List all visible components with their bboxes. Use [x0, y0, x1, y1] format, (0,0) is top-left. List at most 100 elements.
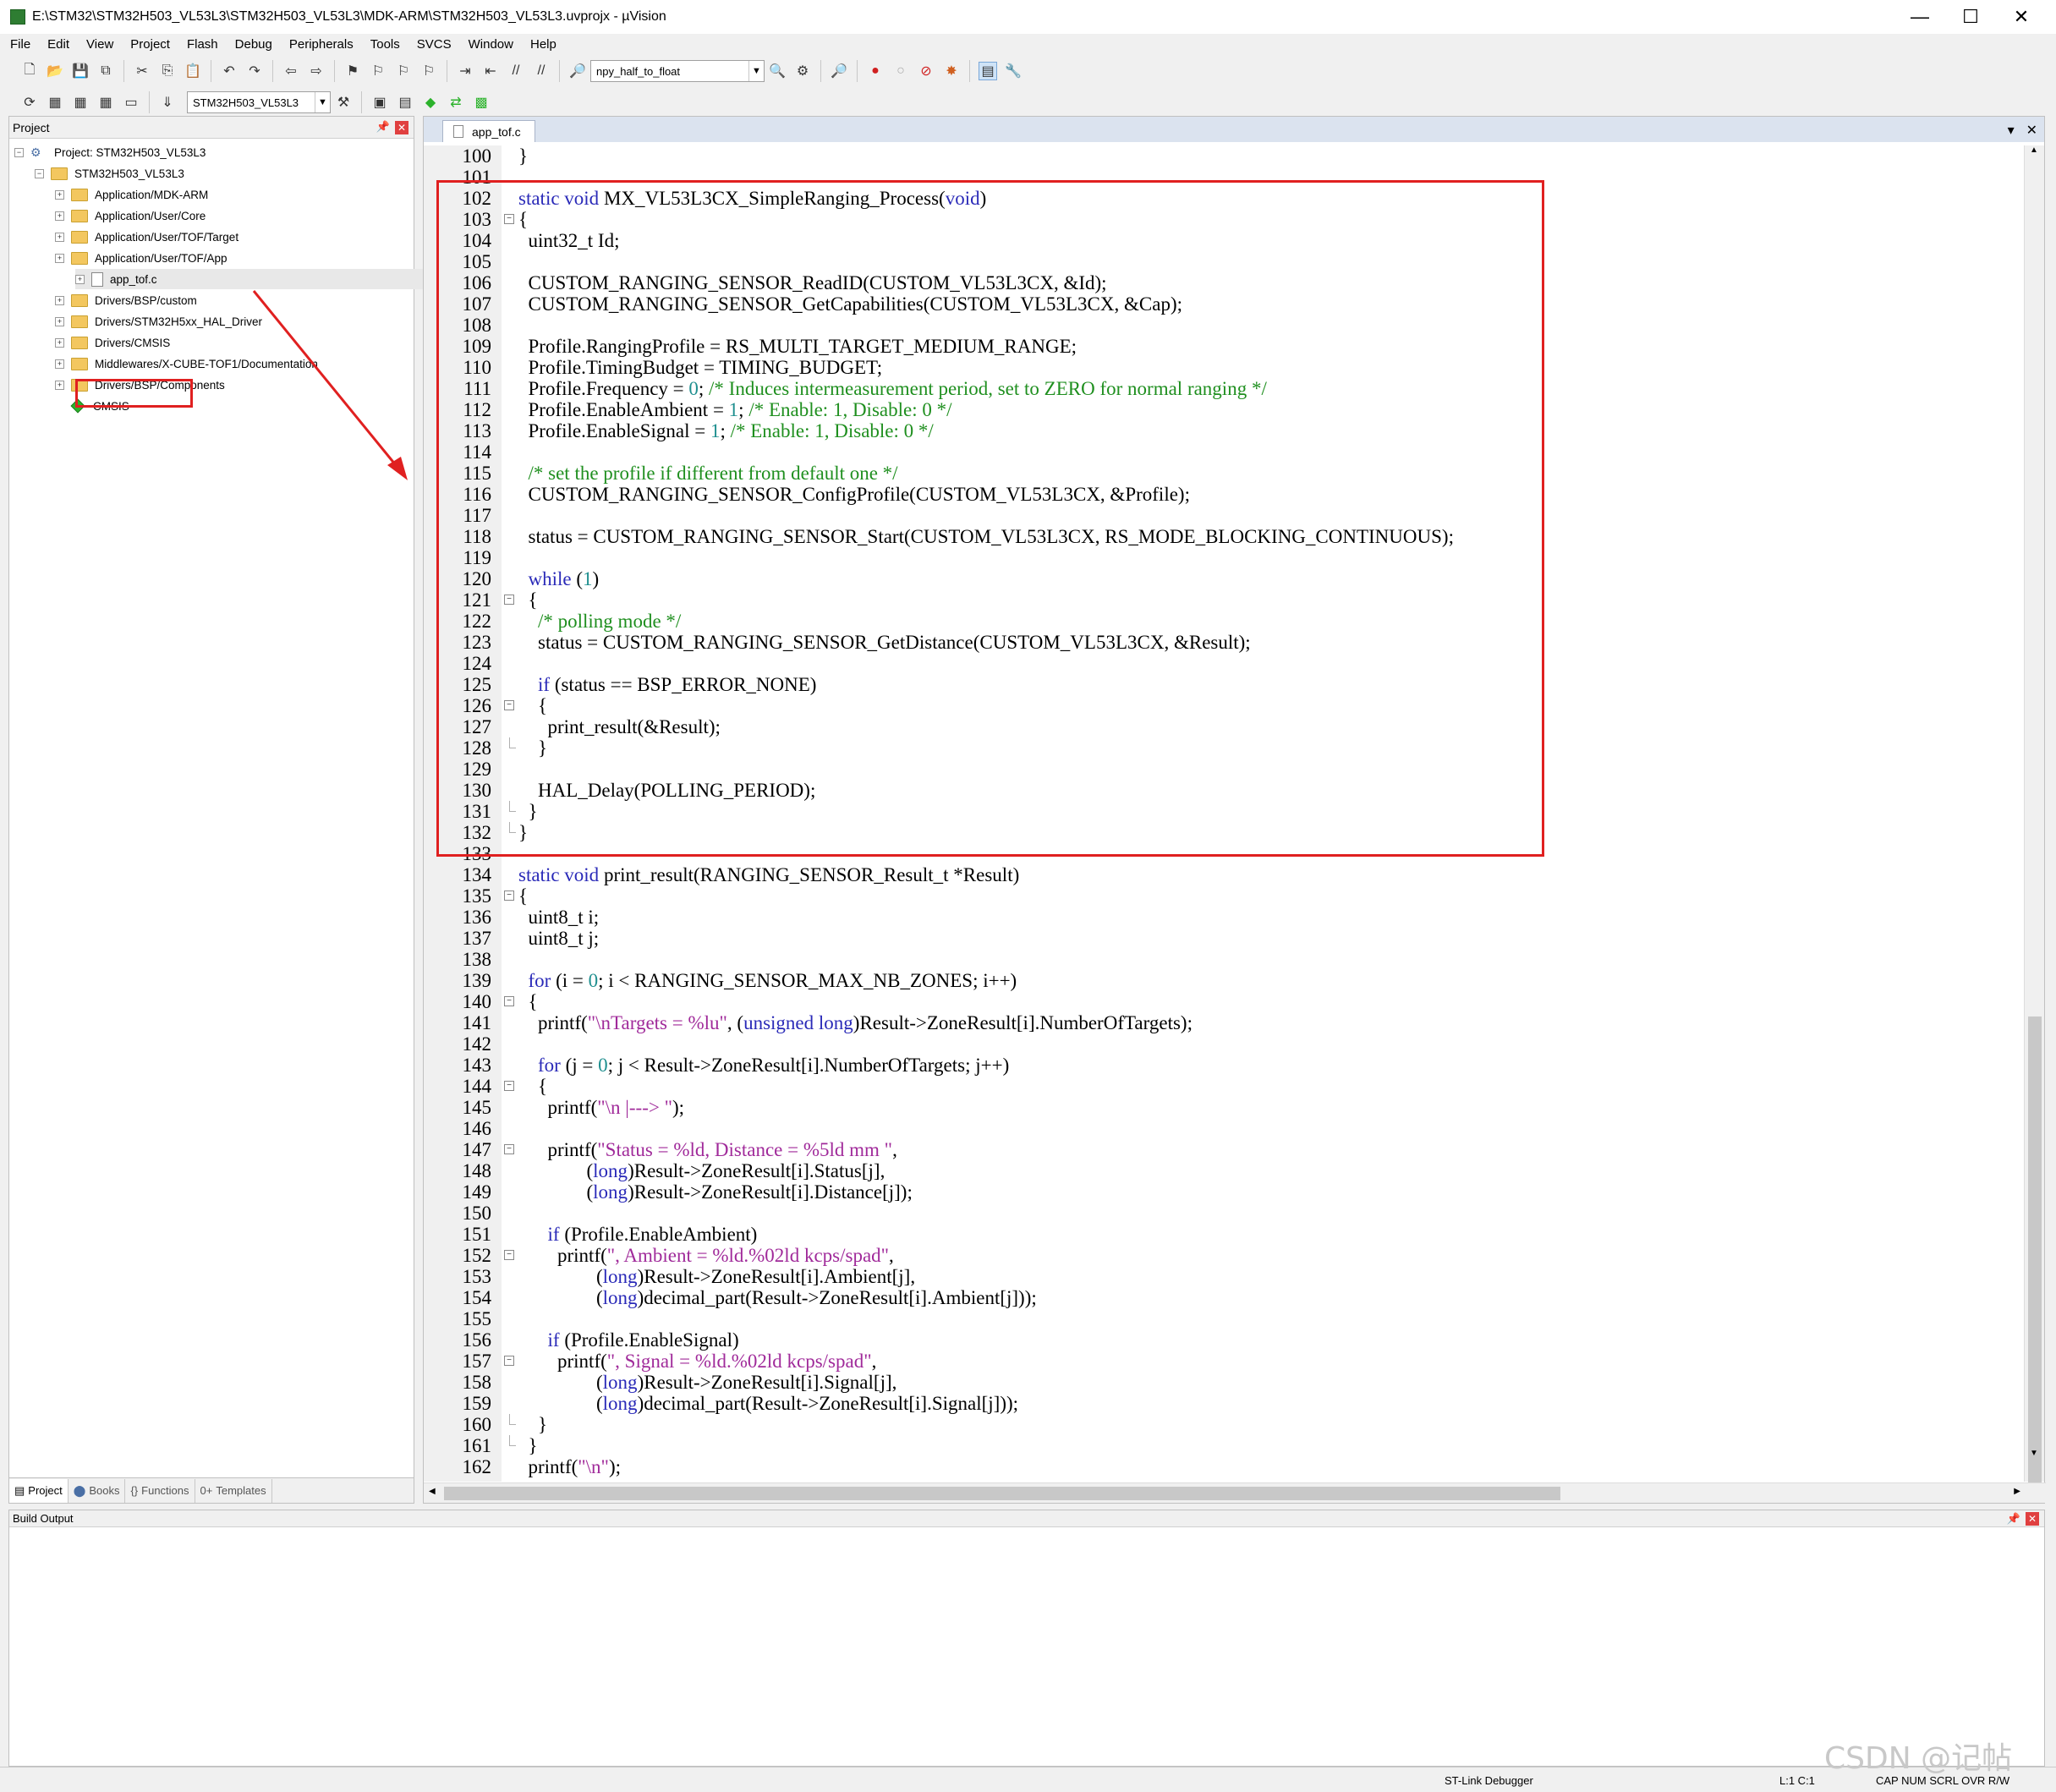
manage-components-icon[interactable]: ▣ [370, 93, 389, 112]
pin-icon[interactable]: 📌 [2007, 1512, 2020, 1526]
disable-breakpoint-icon[interactable]: ○ [891, 62, 910, 80]
code-line[interactable]: 142 [424, 1033, 2022, 1055]
maximize-button[interactable]: ☐ [1945, 0, 1996, 34]
tree-file-item[interactable]: + app_tof.c [75, 269, 447, 289]
expand-icon[interactable]: + [55, 253, 64, 263]
tree-item[interactable]: + Drivers/BSP/custom [55, 290, 197, 310]
expand-icon[interactable]: + [55, 359, 64, 369]
chevron-down-icon[interactable]: ▼ [748, 61, 764, 81]
tab-templates[interactable]: 0+ Templates [195, 1478, 272, 1503]
unindent-icon[interactable]: ⇤ [481, 62, 500, 80]
scroll-up-icon[interactable]: ▲ [2030, 145, 2038, 155]
fold-toggle-icon[interactable]: − [504, 1250, 514, 1260]
nav-back-icon[interactable]: ⇦ [282, 62, 300, 80]
horizontal-scrollbar[interactable]: ◀ ▶ [424, 1482, 2046, 1503]
close-button[interactable]: ✕ [1996, 0, 2047, 34]
code-line[interactable]: 120 while (1) [424, 568, 2022, 589]
fold-toggle-icon[interactable]: − [504, 891, 514, 901]
save-icon[interactable]: 💾 [71, 62, 90, 80]
tree-item[interactable]: + Application/User/TOF/Target [55, 227, 238, 247]
close-tab-icon[interactable]: ✕ [2026, 122, 2037, 139]
collapse-icon[interactable]: − [14, 147, 24, 157]
options-for-target-icon[interactable]: ⚒ [334, 93, 353, 112]
code-line[interactable]: 135 −{ [424, 885, 2022, 907]
next-bookmark-icon[interactable]: ⚐ [394, 62, 413, 80]
expand-icon[interactable]: + [55, 189, 64, 200]
indent-icon[interactable]: ⇥ [456, 62, 474, 80]
menu-flash[interactable]: Flash [187, 37, 218, 52]
find-icon[interactable]: 🔍 [768, 62, 787, 80]
menu-peripherals[interactable]: Peripherals [289, 37, 354, 52]
code-view[interactable]: 100} 101 102 static void MX_VL53L3CX_Simple… [424, 145, 2022, 1482]
new-file-icon[interactable]: 🗋 [20, 62, 39, 80]
code-line[interactable]: 144 − { [424, 1076, 2022, 1097]
batch-build-icon[interactable]: ▦ [96, 93, 115, 112]
expand-icon[interactable]: + [55, 295, 64, 305]
collapse-icon[interactable]: − [35, 168, 44, 178]
minimize-button[interactable]: — [1894, 0, 1945, 34]
code-line[interactable]: 146 [424, 1118, 2022, 1139]
code-line[interactable]: 138 [424, 949, 2022, 970]
code-line[interactable]: 127 print_result(&Result); [424, 716, 2022, 737]
find-combo[interactable]: npy_half_to_float ▼ [590, 60, 765, 82]
code-line[interactable]: 153 (long)Result->ZoneResult[i].Ambient[… [424, 1266, 2022, 1287]
horizontal-scroll-thumb[interactable] [444, 1487, 1560, 1500]
code-line[interactable]: 133 [424, 843, 2022, 864]
tree-item[interactable]: + Middlewares/X-CUBE-TOF1/Documentation [55, 353, 318, 374]
pack-installer-icon[interactable]: ⇄ [447, 93, 465, 112]
code-line[interactable]: 104 uint32_t Id; [424, 230, 2022, 251]
menu-help[interactable]: Help [530, 37, 556, 52]
code-line[interactable]: 119 [424, 547, 2022, 568]
kill-breakpoints-icon[interactable]: ✸ [942, 62, 961, 80]
prev-bookmark-icon[interactable]: ⚐ [369, 62, 387, 80]
code-line[interactable]: 158 (long)Result->ZoneResult[i].Signal[j… [424, 1372, 2022, 1393]
menu-window[interactable]: Window [469, 37, 513, 52]
tab-app-tof-c[interactable]: app_tof.c [442, 120, 535, 142]
menu-tools[interactable]: Tools [370, 37, 400, 52]
code-line[interactable]: 137 uint8_t j; [424, 928, 2022, 949]
code-line[interactable]: 143 for (j = 0; j < Result->ZoneResult[i… [424, 1055, 2022, 1076]
code-line[interactable]: 108 [424, 315, 2022, 336]
tree-item[interactable]: + Application/User/TOF/App [55, 248, 228, 268]
tab-functions[interactable]: {} Functions [125, 1478, 195, 1503]
run-time-environment-icon[interactable]: ▩ [472, 93, 491, 112]
code-line[interactable]: 129 [424, 759, 2022, 780]
code-line[interactable]: 150 [424, 1203, 2022, 1224]
redo-icon[interactable]: ↷ [245, 62, 264, 80]
code-line[interactable]: 103 −{ [424, 209, 2022, 230]
code-line[interactable]: 101 [424, 167, 2022, 188]
fold-toggle-icon[interactable]: − [504, 1144, 514, 1154]
find-in-files-icon[interactable]: 🔎 [568, 62, 587, 80]
code-line[interactable]: 132} [424, 822, 2022, 843]
fold-toggle-icon[interactable]: − [504, 700, 514, 710]
tree-item[interactable]: − STM32H503_VL53L3 [35, 163, 184, 184]
vertical-scrollbar[interactable]: ▲ ▼ [2024, 145, 2044, 1490]
code-line[interactable]: 114 [424, 441, 2022, 463]
fold-toggle-icon[interactable]: − [504, 1081, 514, 1091]
tree-item[interactable]: − ⚙ Project: STM32H503_VL53L3 [14, 142, 206, 162]
code-line[interactable]: 124 [424, 653, 2022, 674]
code-line[interactable]: 113 Profile.EnableSignal = 1; /* Enable:… [424, 420, 2022, 441]
tree-item[interactable]: + Application/MDK-ARM [55, 184, 208, 205]
code-line[interactable]: 106 CUSTOM_RANGING_SENSOR_ReadID(CUSTOM_… [424, 272, 2022, 293]
code-line[interactable]: 102 static void MX_VL53L3CX_SimpleRanging… [424, 188, 2022, 209]
code-line[interactable]: 149 (long)Result->ZoneResult[i].Distance… [424, 1181, 2022, 1203]
close-pane-icon[interactable]: ✕ [395, 121, 408, 134]
debug-session-icon[interactable]: 🔎 [830, 62, 848, 80]
chevron-down-icon[interactable]: ▼ [315, 92, 330, 112]
expand-icon[interactable]: + [55, 337, 64, 348]
tab-project[interactable]: ▤ Project [9, 1478, 69, 1503]
code-line[interactable]: 161 } [424, 1435, 2022, 1456]
expand-icon[interactable]: + [55, 380, 64, 390]
clear-bookmarks-icon[interactable]: ⚐ [419, 62, 438, 80]
close-pane-icon[interactable]: ✕ [2026, 1512, 2039, 1526]
expand-icon[interactable]: + [75, 274, 85, 284]
vertical-scroll-thumb[interactable] [2028, 1017, 2042, 1490]
code-line[interactable]: 162 printf("\n"); [424, 1456, 2022, 1477]
code-line[interactable]: 100} [424, 145, 2022, 167]
code-line[interactable]: 116 CUSTOM_RANGING_SENSOR_ConfigProfile(… [424, 484, 2022, 505]
tab-list-icon[interactable]: ▾ [2008, 122, 2015, 139]
code-line[interactable]: 154 (long)decimal_part(Result->ZoneResul… [424, 1287, 2022, 1308]
nav-forward-icon[interactable]: ⇨ [307, 62, 326, 80]
code-line[interactable]: 105 [424, 251, 2022, 272]
